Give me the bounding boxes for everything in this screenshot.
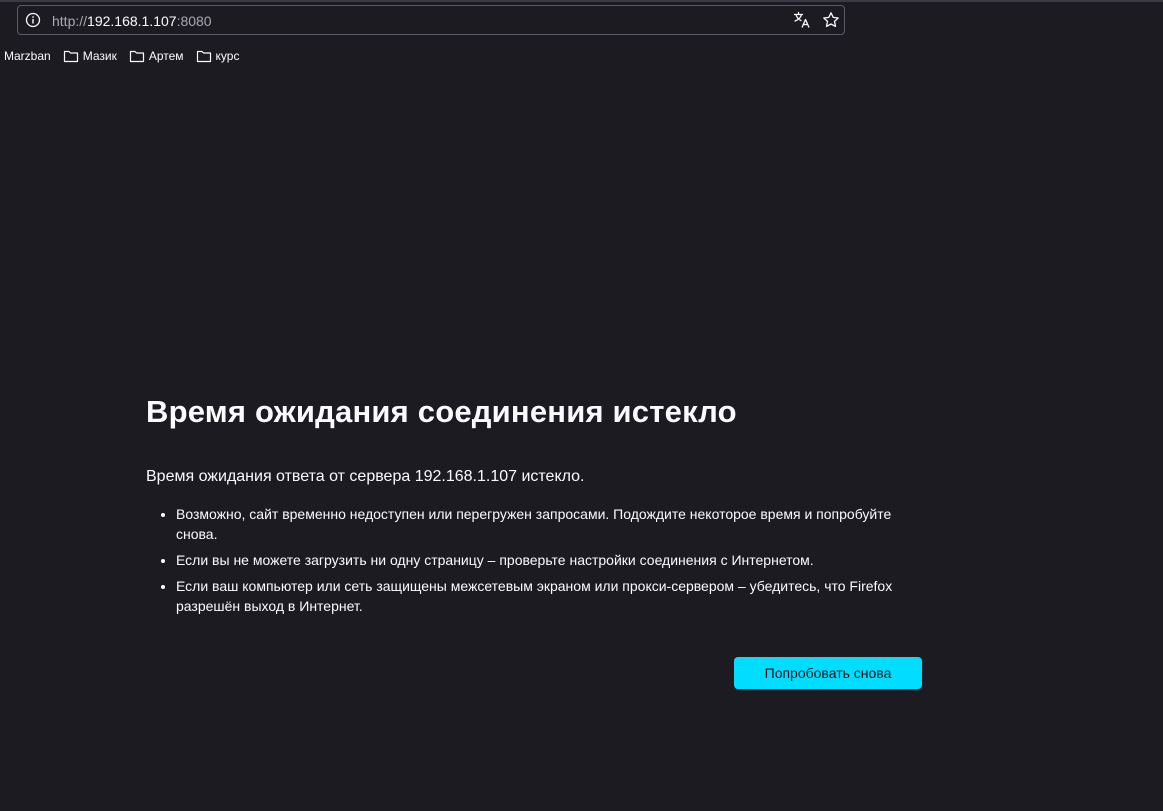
- folder-icon: [196, 50, 211, 63]
- bookmark-folder-kurs[interactable]: курс: [196, 49, 240, 63]
- button-row: Попробовать снова: [734, 657, 922, 689]
- bookmark-label: Артем: [148, 49, 184, 63]
- bookmark-label: Marzban: [4, 49, 51, 63]
- bookmark-folder-artem[interactable]: Артем: [129, 49, 184, 63]
- try-again-button[interactable]: Попробовать снова: [734, 657, 922, 689]
- window-top-border: [0, 0, 1163, 2]
- url-text[interactable]: http://192.168.1.107:8080: [52, 13, 212, 29]
- bookmark-label: курс: [215, 49, 240, 63]
- folder-icon: [63, 50, 78, 63]
- bookmarks-toolbar: Marzban Мазик Артем курс: [4, 46, 251, 66]
- bookmark-folder-mazik[interactable]: Мазик: [63, 49, 117, 63]
- url-port: :8080: [176, 13, 212, 29]
- list-item: Если ваш компьютер или сеть защищены меж…: [176, 576, 922, 616]
- star-icon[interactable]: [822, 11, 840, 29]
- bookmark-marzban[interactable]: Marzban: [4, 49, 51, 63]
- bookmark-label: Мазик: [82, 49, 117, 63]
- error-title: Время ожидания соединения истекло: [146, 394, 737, 429]
- error-reasons-list: Возможно, сайт временно недоступен или п…: [146, 504, 922, 616]
- list-item: Возможно, сайт временно недоступен или п…: [176, 504, 922, 544]
- address-bar[interactable]: http://192.168.1.107:8080: [17, 5, 845, 35]
- info-icon[interactable]: [25, 12, 41, 28]
- translate-icon[interactable]: [793, 11, 811, 29]
- error-page: Время ожидания соединения истекло Время …: [146, 390, 922, 689]
- folder-icon: [129, 50, 144, 63]
- url-scheme: http://: [52, 13, 88, 29]
- url-host: 192.168.1.107: [87, 13, 177, 29]
- error-description: Время ожидания ответа от сервера 192.168…: [146, 468, 585, 485]
- list-item: Если вы не можете загрузить ни одну стра…: [176, 550, 922, 570]
